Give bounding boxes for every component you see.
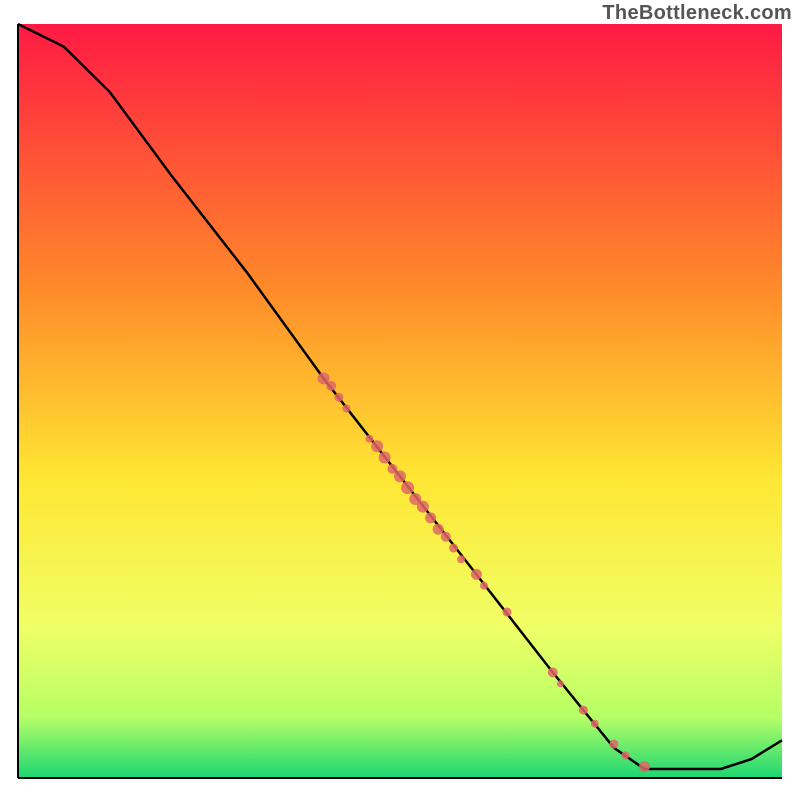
data-point	[449, 544, 458, 553]
data-point	[457, 555, 465, 563]
data-point	[379, 452, 391, 464]
data-point	[639, 761, 650, 772]
data-point	[334, 393, 343, 402]
data-point	[326, 381, 336, 391]
data-point	[480, 582, 488, 590]
data-point	[371, 440, 383, 452]
data-point	[591, 720, 599, 728]
gradient-background	[18, 24, 782, 778]
data-point	[343, 405, 351, 413]
data-point	[579, 706, 588, 715]
bottleneck-chart	[0, 0, 800, 800]
data-point	[365, 435, 373, 443]
data-point	[441, 532, 451, 542]
data-point	[433, 524, 444, 535]
data-point	[548, 667, 558, 677]
data-point	[401, 481, 414, 494]
data-point	[621, 751, 629, 759]
data-point	[417, 501, 429, 513]
data-point	[394, 470, 406, 482]
data-point	[471, 569, 482, 580]
data-point	[609, 740, 618, 749]
data-point	[503, 608, 512, 617]
watermark-text: TheBottleneck.com	[602, 2, 792, 25]
chart-container: TheBottleneck.com	[0, 0, 800, 800]
data-point	[557, 680, 564, 687]
data-point	[425, 512, 436, 523]
